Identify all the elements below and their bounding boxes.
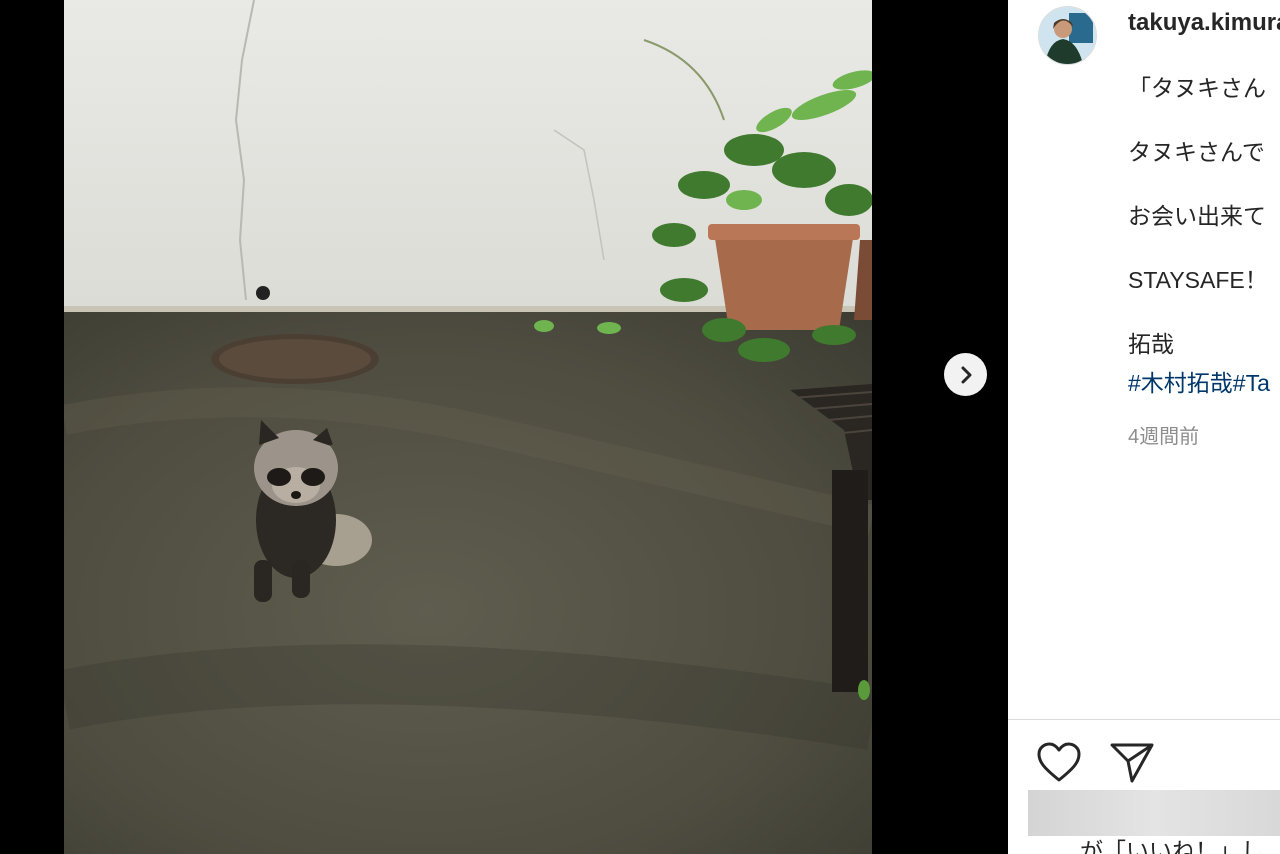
hashtag-link[interactable]: #Ta bbox=[1233, 370, 1270, 396]
avatar[interactable] bbox=[1038, 6, 1097, 65]
share-button[interactable] bbox=[1109, 741, 1155, 787]
likes-summary[interactable]: が「いいね！」し bbox=[1080, 832, 1264, 854]
chevron-right-icon bbox=[961, 366, 971, 383]
post-photo bbox=[64, 0, 872, 854]
blurred-likes-area bbox=[1028, 790, 1280, 836]
caption-line: お会い出来て bbox=[1128, 203, 1266, 229]
post-caption: 「タヌキさん タヌキさんで お会い出来て STAYSAFE！ 拓哉 bbox=[1128, 72, 1268, 360]
avatar-image bbox=[1039, 7, 1096, 64]
media-panel bbox=[0, 0, 1008, 854]
post-timestamp[interactable]: 4週間前 bbox=[1128, 420, 1199, 449]
caption-line: 「タヌキさん bbox=[1128, 75, 1266, 101]
post-header: takuya.kimura bbox=[1008, 0, 1280, 70]
like-button[interactable] bbox=[1036, 740, 1082, 786]
next-photo-button[interactable] bbox=[944, 353, 987, 396]
hashtags: #木村拓哉#Ta bbox=[1128, 364, 1270, 398]
caption-line: 拓哉 bbox=[1128, 331, 1174, 357]
hashtag-link[interactable]: #木村拓哉 bbox=[1128, 370, 1233, 396]
divider bbox=[1008, 719, 1280, 720]
heart-icon bbox=[1037, 742, 1081, 782]
paper-plane-icon bbox=[1110, 743, 1154, 783]
username[interactable]: takuya.kimura bbox=[1128, 9, 1280, 37]
caption-line: STAYSAFE！ bbox=[1128, 267, 1268, 293]
post-side-panel: takuya.kimura 「タヌキさん タヌキさんで お会い出来て STAYS… bbox=[1008, 0, 1280, 854]
caption-line: タヌキさんで bbox=[1128, 139, 1265, 165]
